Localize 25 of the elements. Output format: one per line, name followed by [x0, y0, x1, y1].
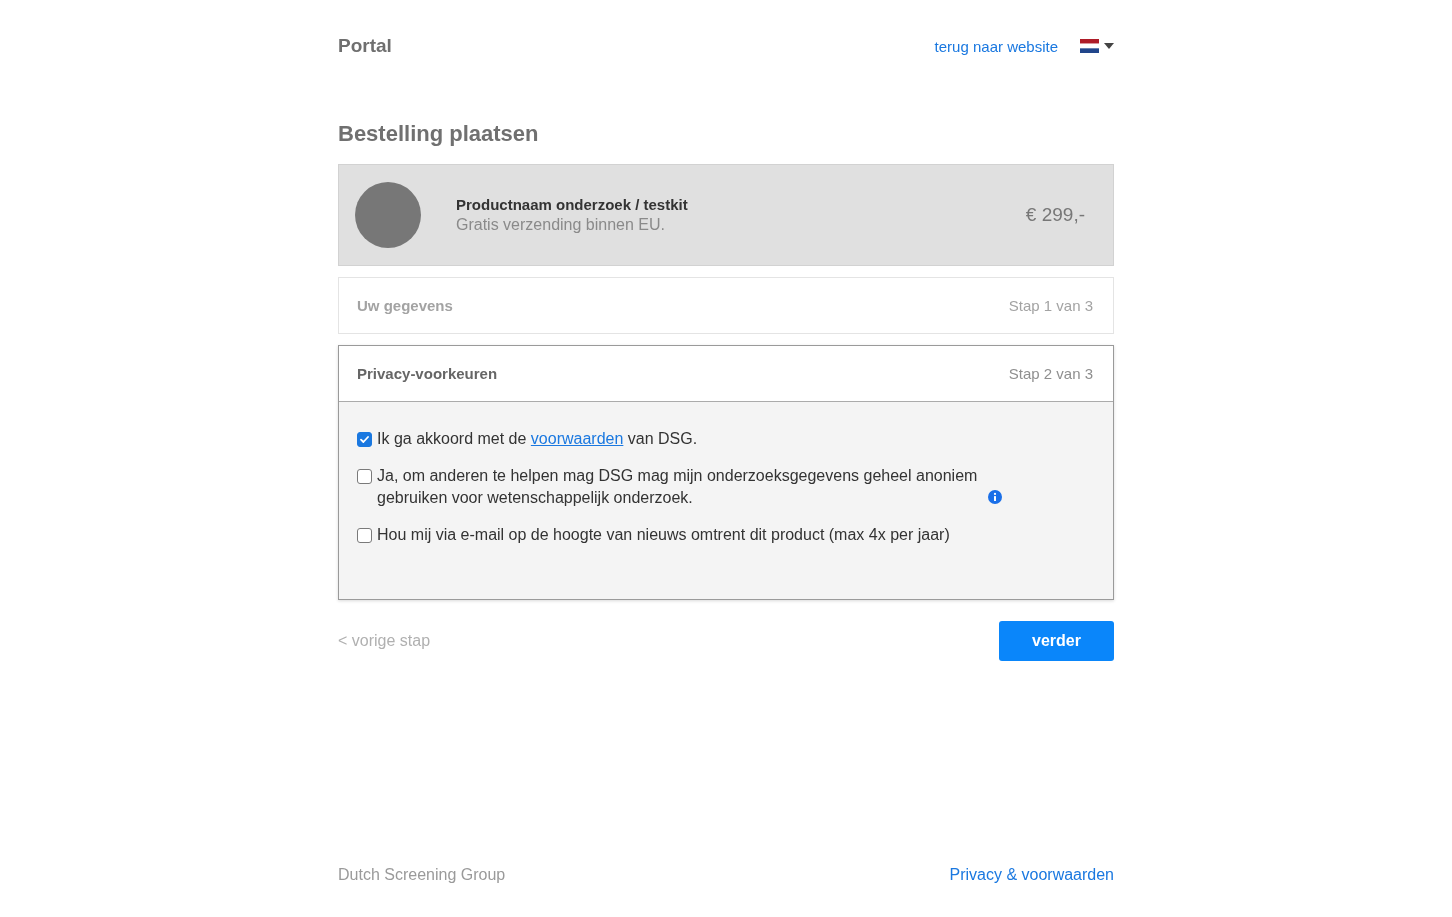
tick-icon: [360, 436, 369, 443]
flag-icon: [1080, 39, 1099, 53]
page-title: Bestelling plaatsen: [338, 120, 539, 148]
info-icon[interactable]: [988, 490, 1002, 504]
shipping-note: Gratis verzending binnen EU.: [456, 215, 666, 235]
checkbox[interactable]: [357, 469, 372, 484]
step-title: Privacy-voorkeuren: [357, 365, 498, 382]
product-name: Productnaam onderzoek / testkit: [456, 195, 688, 215]
consent-text: Ik ga akkoord met de voorwaarden van DSG.: [377, 429, 698, 449]
step-progress: Stap 1 van 3: [1008, 297, 1093, 314]
company-name: Dutch Screening Group: [338, 865, 506, 885]
language-selector[interactable]: [1080, 39, 1114, 53]
checkbox[interactable]: [357, 432, 372, 447]
checkbox[interactable]: [357, 528, 372, 543]
product-price: € 299,-: [1025, 204, 1085, 226]
consent-text: Ja, om anderen te helpen mag DSG mag mijn onderzoeksgegevens geheel anoniem gebruiken voor wetenschappelijk onderzoek.: [377, 466, 979, 508]
back-to-website-link[interactable]: terug naar website: [934, 37, 1058, 55]
step-progress: Stap 2 van 3: [1008, 365, 1093, 382]
privacy-terms-link[interactable]: Privacy & voorwaarden: [949, 865, 1114, 885]
next-button[interactable]: verder: [999, 621, 1114, 661]
caret-icon: [1104, 43, 1114, 49]
terms-link[interactable]: voorwaarden: [530, 430, 624, 447]
portal-title: Portal: [338, 34, 392, 58]
step-title: Uw gegevens: [357, 297, 453, 314]
consent-text: Hou mij via e-mail op de hoogte van nieuws omtrent dit product (max 4x per jaar): [377, 525, 950, 545]
